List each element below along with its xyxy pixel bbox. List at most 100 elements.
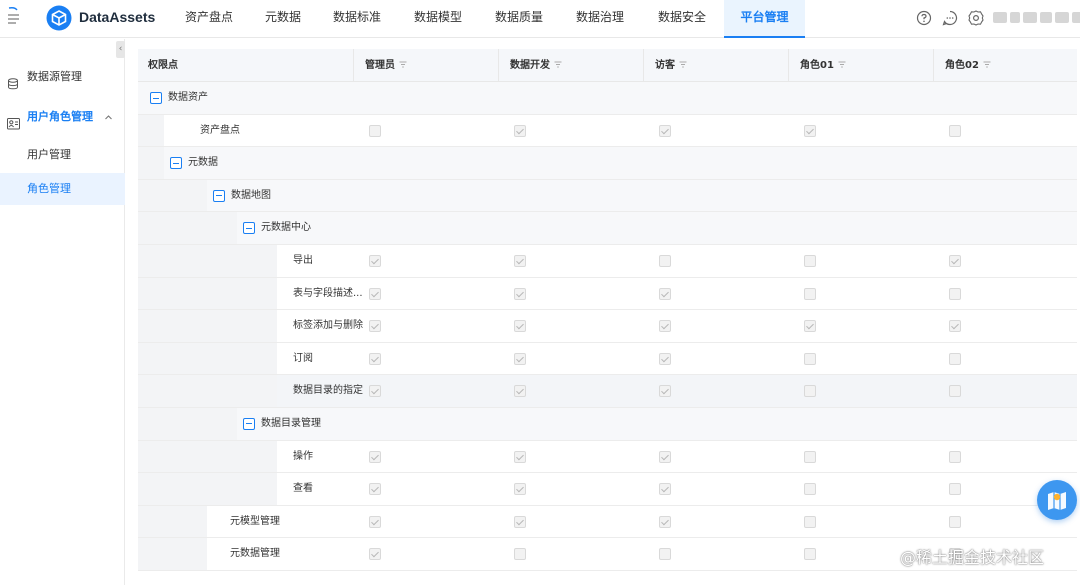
sidebar-item-role-management[interactable]: 角色管理	[0, 173, 125, 205]
brand-name[interactable]: DataAssets	[79, 9, 155, 25]
permission-checkbox[interactable]	[949, 385, 961, 398]
table-row: 表与字段描述...	[138, 277, 1077, 311]
permission-checkbox[interactable]	[659, 515, 671, 528]
user-avatar[interactable]	[993, 12, 1080, 23]
permission-checkbox[interactable]	[949, 320, 961, 333]
chat-icon[interactable]	[940, 8, 960, 28]
permission-checkbox[interactable]	[369, 548, 381, 561]
permission-name: 数据目录的指定	[293, 385, 363, 397]
permission-checkbox[interactable]	[369, 483, 381, 496]
permission-checkbox[interactable]	[804, 483, 816, 496]
permission-checkbox[interactable]	[659, 287, 671, 300]
settings-icon[interactable]	[966, 8, 986, 28]
permission-checkbox[interactable]	[659, 124, 671, 137]
permission-checkbox[interactable]	[949, 287, 961, 300]
tab-data-quality[interactable]: 数据质量	[478, 0, 560, 38]
column-header-guest[interactable]: 访客	[643, 49, 788, 82]
table-row: 标签添加与删除	[138, 310, 1077, 343]
collapse-toggle-icon[interactable]	[213, 189, 225, 202]
permission-checkbox[interactable]	[659, 548, 671, 561]
column-header-role01[interactable]: 角色01	[788, 49, 933, 82]
permission-checkbox[interactable]	[949, 450, 961, 463]
permission-checkbox[interactable]	[949, 352, 961, 365]
permission-checkbox[interactable]	[804, 254, 816, 267]
sidebar-item-datasource-management[interactable]: 数据源管理	[0, 61, 125, 93]
column-header-admin[interactable]: 管理员	[353, 49, 498, 82]
collapse-toggle-icon[interactable]	[243, 417, 255, 430]
permission-name: 数据目录管理	[261, 417, 321, 429]
column-header-data-dev[interactable]: 数据开发	[498, 49, 643, 82]
menu-toggle-icon[interactable]	[4, 6, 22, 28]
permission-checkbox[interactable]	[514, 287, 526, 300]
permission-checkbox[interactable]	[369, 352, 381, 365]
permission-checkbox[interactable]	[369, 450, 381, 463]
permission-checkbox[interactable]	[659, 483, 671, 496]
help-icon[interactable]	[914, 8, 934, 28]
permission-checkbox[interactable]	[369, 254, 381, 267]
permission-name: 标签添加与删除	[293, 320, 363, 332]
tab-data-security[interactable]: 数据安全	[640, 0, 724, 38]
permission-checkbox[interactable]	[369, 124, 381, 137]
permission-checkbox[interactable]	[369, 385, 381, 398]
permission-checkbox[interactable]	[804, 287, 816, 300]
filter-icon[interactable]	[838, 61, 846, 69]
filter-icon[interactable]	[679, 61, 687, 69]
permission-checkbox[interactable]	[949, 515, 961, 528]
floating-help-button[interactable]	[1037, 480, 1077, 520]
main-nav-tabs: 资产盘点 元数据 数据标准 数据模型 数据质量 数据治理 数据安全 平台管理	[168, 0, 805, 38]
permission-checkbox[interactable]	[804, 320, 816, 333]
tab-data-governance[interactable]: 数据治理	[560, 0, 640, 38]
permission-checkbox[interactable]	[514, 483, 526, 496]
permission-checkbox[interactable]	[804, 124, 816, 137]
permission-name: 资产盘点	[200, 124, 240, 136]
permission-checkbox[interactable]	[514, 254, 526, 267]
permission-checkbox[interactable]	[659, 352, 671, 365]
indent-guide	[138, 114, 164, 147]
permission-checkbox[interactable]	[804, 548, 816, 561]
permission-checkbox[interactable]	[949, 483, 961, 496]
collapse-toggle-icon[interactable]	[170, 157, 182, 170]
filter-icon[interactable]	[983, 61, 991, 69]
collapse-toggle-icon[interactable]	[150, 92, 162, 104]
permission-checkbox[interactable]	[804, 385, 816, 398]
permission-name: 元数据	[188, 157, 218, 169]
sidebar-group-user-role-management[interactable]: 用户角色管理	[0, 101, 125, 133]
permission-checkbox[interactable]	[949, 254, 961, 267]
permission-checkbox[interactable]	[804, 515, 816, 528]
tab-data-model[interactable]: 数据模型	[398, 0, 478, 38]
sidebar-item-label: 用户角色管理	[27, 110, 93, 123]
permission-checkbox[interactable]	[514, 124, 526, 137]
sidebar-collapse-button[interactable]: ‹	[116, 41, 125, 58]
permission-checkbox[interactable]	[949, 124, 961, 137]
permission-checkbox[interactable]	[804, 450, 816, 463]
sidebar-item-label: 数据源管理	[27, 70, 82, 83]
permission-checkbox[interactable]	[369, 320, 381, 333]
filter-icon[interactable]	[554, 61, 562, 69]
database-icon	[7, 71, 20, 90]
permission-checkbox[interactable]	[514, 548, 526, 561]
permission-checkbox[interactable]	[514, 352, 526, 365]
indent-guide	[138, 538, 207, 570]
filter-icon[interactable]	[399, 61, 407, 69]
permission-checkbox[interactable]	[659, 450, 671, 463]
permission-checkbox[interactable]	[514, 450, 526, 463]
tab-metadata[interactable]: 元数据	[250, 0, 316, 38]
indent-guide	[138, 212, 237, 244]
tab-asset-inventory[interactable]: 资产盘点	[168, 0, 250, 38]
permission-checkbox[interactable]	[659, 385, 671, 398]
table-body: 数据资产 资产盘点 元数据 数据地图 元数据中心 导出 表与字段描述... 标签添加与删除 订阅…	[138, 82, 1077, 571]
permission-checkbox[interactable]	[659, 254, 671, 267]
permission-checkbox[interactable]	[369, 287, 381, 300]
permission-checkbox[interactable]	[369, 515, 381, 528]
tab-platform-management[interactable]: 平台管理	[724, 0, 805, 38]
sidebar-item-user-management[interactable]: 用户管理	[0, 139, 125, 171]
permission-checkbox[interactable]	[804, 352, 816, 365]
tab-data-standards[interactable]: 数据标准	[316, 0, 398, 38]
collapse-toggle-icon[interactable]	[243, 222, 255, 235]
permission-checkbox[interactable]	[514, 320, 526, 333]
permission-checkbox[interactable]	[514, 385, 526, 398]
permission-checkbox[interactable]	[514, 515, 526, 528]
indent-guide	[138, 342, 277, 375]
permission-checkbox[interactable]	[659, 320, 671, 333]
column-header-role02[interactable]: 角色02	[933, 49, 1077, 82]
